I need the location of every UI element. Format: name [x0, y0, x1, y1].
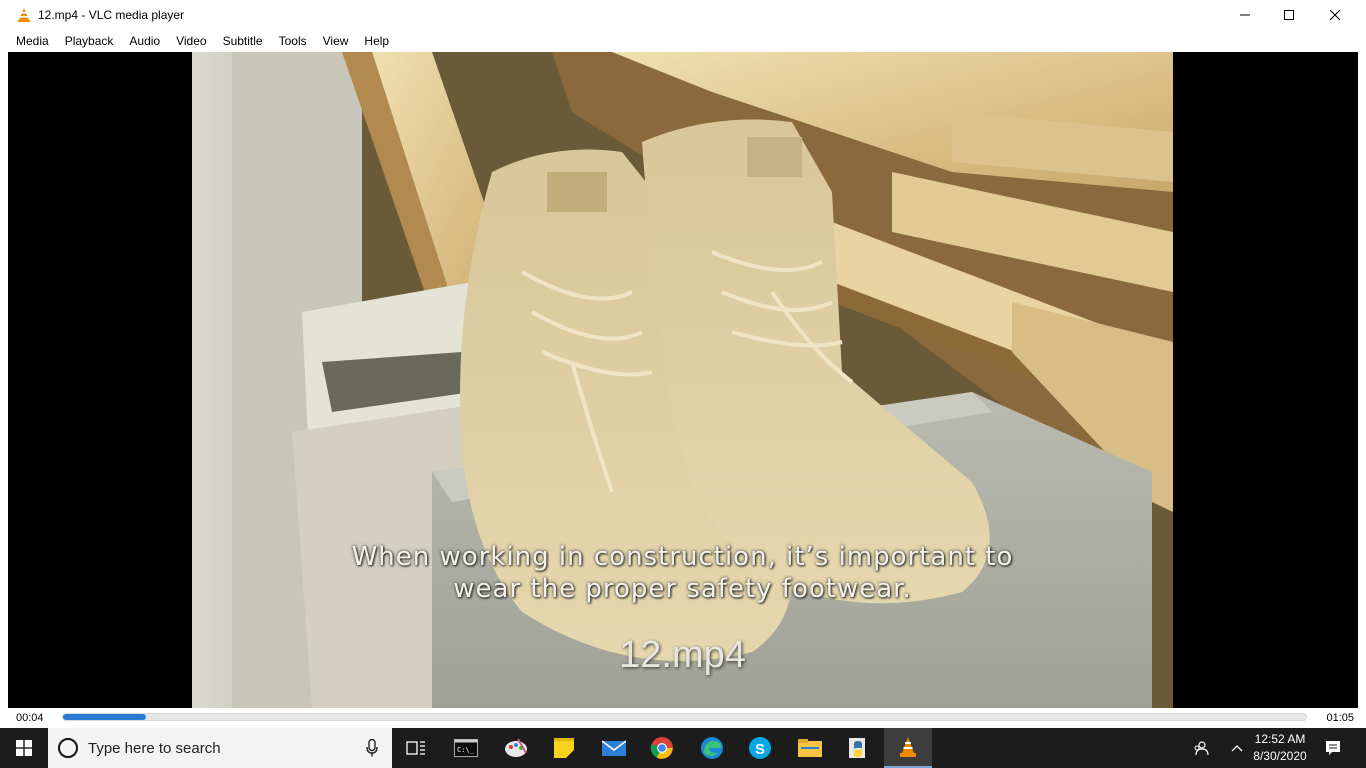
close-button[interactable] [1312, 0, 1358, 30]
video-display[interactable]: When working in construction, it’s impor… [8, 52, 1358, 708]
menu-help[interactable]: Help [356, 30, 397, 52]
microphone-icon[interactable] [366, 738, 378, 762]
python-icon[interactable] [834, 728, 882, 768]
mail-icon[interactable] [590, 728, 638, 768]
vlc-cone-icon [16, 7, 32, 23]
subtitle-line-2: wear the proper safety footwear. [453, 574, 912, 604]
menu-audio[interactable]: Audio [121, 30, 168, 52]
video-scene-image [192, 52, 1173, 708]
elapsed-time: 00:04 [16, 712, 44, 724]
playback-controls: 00:04 01:05 [8, 708, 1358, 728]
vlc-icon[interactable] [884, 728, 932, 768]
taskbar: Type here to search C:\_ S 12:52 AM 8/30… [0, 728, 1366, 768]
sticky-notes-icon[interactable] [540, 728, 588, 768]
seek-progress [63, 714, 147, 720]
minimize-button[interactable] [1222, 0, 1268, 30]
taskbar-clock[interactable]: 12:52 AM 8/30/2020 [1246, 731, 1314, 765]
windows-logo-icon [16, 740, 32, 756]
start-button[interactable] [0, 728, 48, 768]
seek-bar[interactable] [62, 713, 1307, 721]
clock-time: 12:52 AM [1254, 732, 1306, 746]
svg-text:S: S [755, 741, 765, 758]
window-title: 12.mp4 - VLC media player [38, 8, 185, 22]
taskbar-search[interactable]: Type here to search [48, 728, 392, 768]
video-frame: When working in construction, it’s impor… [192, 52, 1173, 708]
vlc-window: 12.mp4 - VLC media player Media Playback… [0, 0, 1366, 728]
notifications-icon[interactable] [1318, 728, 1348, 768]
svg-text:C:\_: C:\_ [457, 746, 475, 754]
subtitle-line-1: When working in construction, it’s impor… [351, 542, 1014, 572]
task-view-icon[interactable] [392, 728, 440, 768]
cortana-icon [58, 738, 78, 758]
edge-icon[interactable] [688, 728, 736, 768]
people-icon[interactable] [1188, 728, 1214, 768]
total-time[interactable]: 01:05 [1326, 712, 1354, 724]
chrome-icon[interactable] [638, 728, 686, 768]
menu-playback[interactable]: Playback [57, 30, 122, 52]
tray-chevron-up-icon[interactable] [1226, 728, 1248, 768]
menu-bar: Media Playback Audio Video Subtitle Tool… [8, 30, 397, 52]
menu-tools[interactable]: Tools [271, 30, 315, 52]
menu-media[interactable]: Media [8, 30, 57, 52]
search-placeholder: Type here to search [88, 740, 221, 757]
filename-overlay: 12.mp4 [619, 634, 746, 676]
menu-subtitle[interactable]: Subtitle [215, 30, 271, 52]
clock-date: 8/30/2020 [1253, 749, 1307, 763]
menu-video[interactable]: Video [168, 30, 214, 52]
terminal-icon[interactable]: C:\_ [442, 728, 490, 768]
paint-icon[interactable] [492, 728, 540, 768]
menu-view[interactable]: View [315, 30, 357, 52]
file-explorer-icon[interactable] [786, 728, 834, 768]
skype-icon[interactable]: S [736, 728, 784, 768]
title-bar[interactable]: 12.mp4 - VLC media player [0, 0, 1366, 30]
maximize-button[interactable] [1266, 0, 1312, 30]
